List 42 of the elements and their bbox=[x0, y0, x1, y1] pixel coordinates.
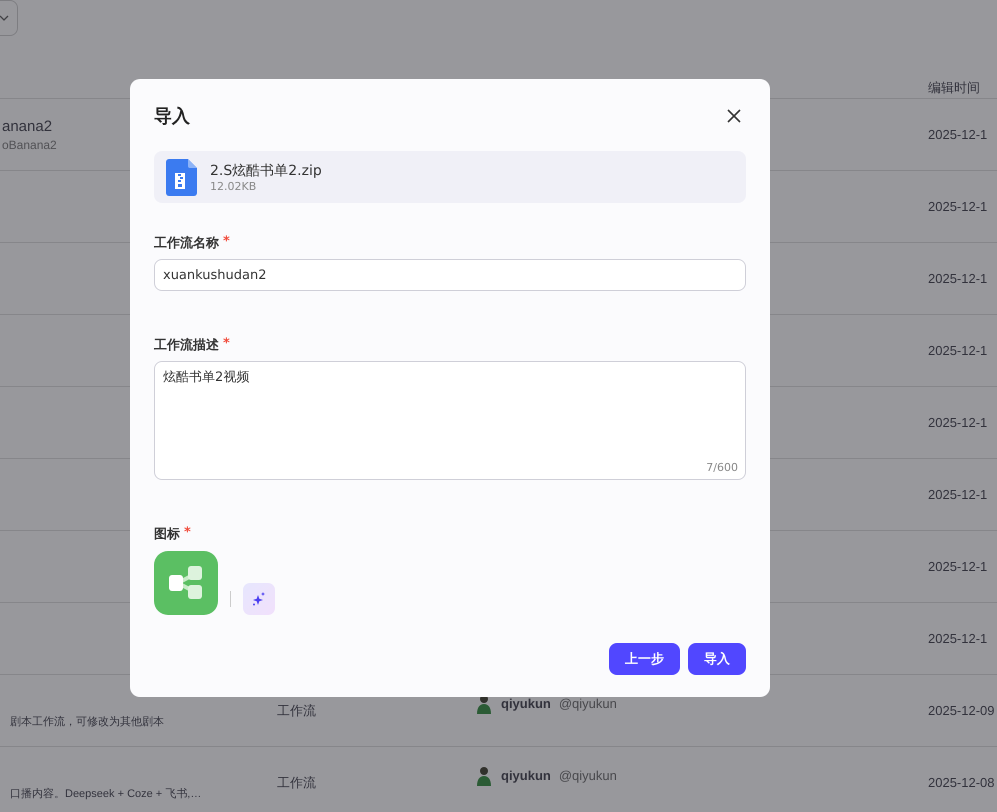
chevron-down-icon bbox=[0, 15, 9, 21]
dialog-title: 导入 bbox=[154, 105, 190, 128]
previous-step-button[interactable]: 上一步 bbox=[609, 643, 680, 675]
date-cell: 2025-12-1 bbox=[928, 199, 988, 214]
column-header: 编辑时间 bbox=[928, 80, 980, 95]
share-nodes-icon bbox=[169, 566, 203, 600]
creator-name: qiyukun bbox=[501, 768, 551, 783]
required-mark: * bbox=[223, 234, 230, 251]
field-label: 工作流名称 bbox=[154, 234, 219, 252]
field-label: 图标 bbox=[154, 526, 180, 543]
date-cell: 2025-12-09 bbox=[928, 703, 994, 718]
date-cell: 2025-12-1 bbox=[928, 487, 988, 502]
date-cell: 2025-12-1 bbox=[928, 343, 988, 358]
workflow-description: 口播内容。Deepseek + Coze + 飞书,… bbox=[10, 786, 202, 801]
type-cell: 工作流 bbox=[277, 702, 316, 718]
date-cell: 2025-12-08 bbox=[928, 775, 994, 790]
field-label: 工作流描述 bbox=[154, 336, 219, 354]
close-icon bbox=[727, 109, 741, 123]
name-field[interactable]: xuankushudan2 bbox=[154, 259, 746, 291]
generate-icon-button[interactable] bbox=[243, 583, 275, 615]
date-cell: 2025-12-1 bbox=[928, 127, 988, 142]
type-cell: 工作流 bbox=[277, 774, 316, 790]
close-button[interactable] bbox=[726, 108, 742, 124]
workflow-name: anana2 bbox=[2, 118, 52, 134]
workflow-description: oBanana2 bbox=[2, 138, 57, 152]
creator-name: qiyukun bbox=[501, 696, 551, 711]
import-button[interactable]: 导入 bbox=[688, 643, 746, 675]
avatar-icon bbox=[475, 766, 493, 786]
file-size: 12.02KB bbox=[210, 180, 258, 192]
date-cell: 2025-12-1 bbox=[928, 271, 988, 286]
date-cell: 2025-12-1 bbox=[928, 415, 988, 430]
workflow-description: 剧本工作流，可修改为其他剧本 bbox=[10, 714, 164, 729]
file-name: 2.S炫酷书单2.zip bbox=[210, 162, 322, 180]
date-cell: 2025-12-1 bbox=[928, 631, 988, 646]
sparkle-icon bbox=[252, 592, 266, 606]
date-cell: 2025-12-1 bbox=[928, 559, 988, 574]
required-mark: * bbox=[184, 525, 191, 542]
zip-file-icon bbox=[166, 158, 197, 196]
creator-handle: @qiyukun bbox=[558, 696, 617, 711]
required-mark: * bbox=[223, 336, 230, 353]
creator-handle: @qiyukun bbox=[558, 768, 617, 783]
character-counter: 7/600 bbox=[706, 461, 738, 474]
